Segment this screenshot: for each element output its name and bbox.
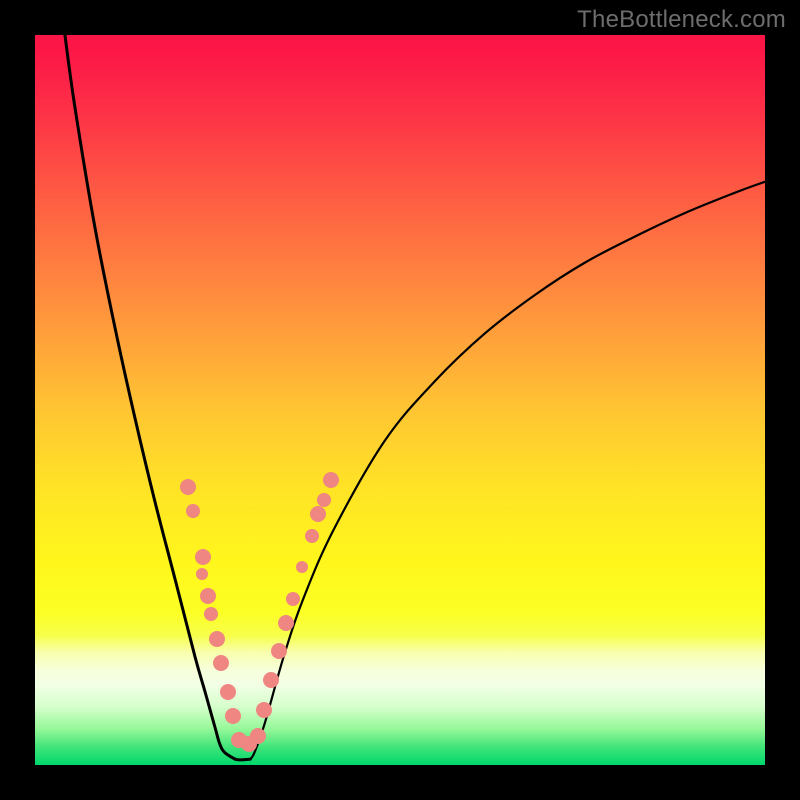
data-point	[195, 549, 211, 565]
data-point	[310, 506, 326, 522]
data-point	[204, 607, 218, 621]
data-point	[186, 504, 200, 518]
data-point	[263, 672, 279, 688]
data-point	[271, 643, 287, 659]
chart-stage: TheBottleneck.com	[0, 0, 800, 800]
data-point	[278, 615, 294, 631]
data-point	[256, 702, 272, 718]
data-points-layer	[35, 35, 765, 765]
data-point	[317, 493, 331, 507]
watermark-text: TheBottleneck.com	[577, 6, 786, 34]
data-point	[225, 708, 241, 724]
data-point	[196, 568, 208, 580]
data-point	[180, 479, 196, 495]
data-point	[220, 684, 236, 700]
data-point	[286, 592, 300, 606]
data-point	[296, 561, 308, 573]
data-point	[323, 472, 339, 488]
data-point	[213, 655, 229, 671]
data-point	[200, 588, 216, 604]
data-point	[209, 631, 225, 647]
plot-area	[35, 35, 765, 765]
data-point	[250, 728, 266, 744]
data-point	[305, 529, 319, 543]
